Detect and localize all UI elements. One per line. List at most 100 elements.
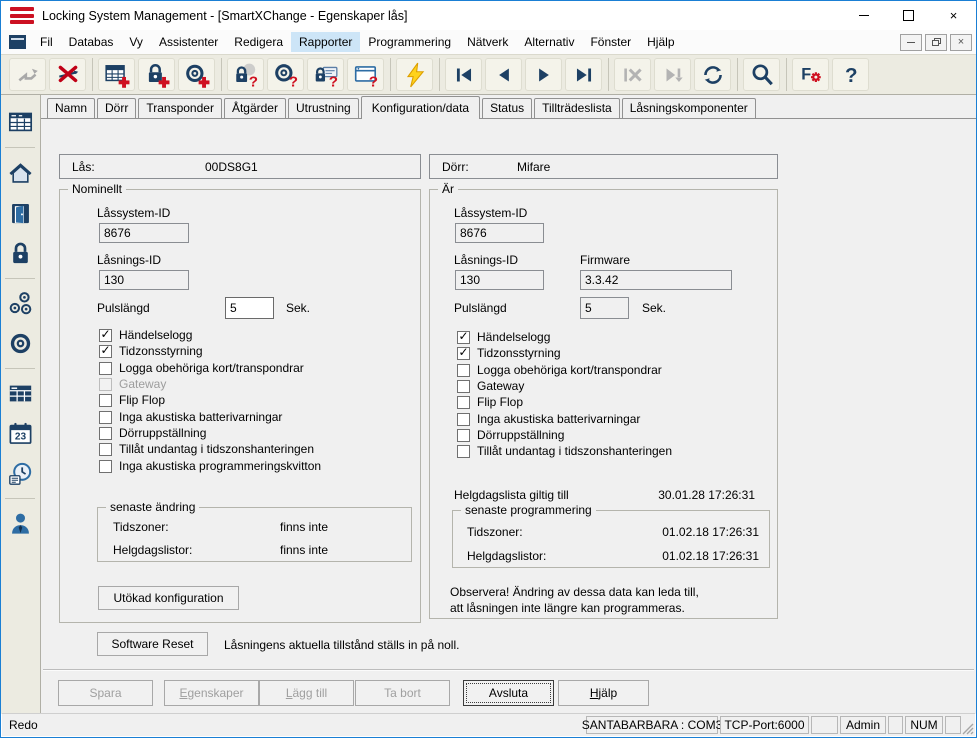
menu-vy[interactable]: Vy (121, 32, 151, 52)
tab-atgarder[interactable]: Åtgärder (224, 98, 286, 118)
search-button[interactable] (743, 58, 780, 91)
tab-transponder[interactable]: Transponder (138, 98, 222, 118)
exit-button[interactable]: Avsluta (463, 680, 554, 706)
new-transponder-button[interactable] (178, 58, 215, 91)
read-lock-card-button[interactable]: ? (307, 58, 344, 91)
tab-dorr[interactable]: Dörr (97, 98, 136, 118)
sidebar-transponder-button[interactable] (3, 325, 38, 362)
menu-hjalp[interactable]: Hjälp (639, 32, 682, 52)
menu-databas[interactable]: Databas (61, 32, 122, 52)
tab-utrustning[interactable]: Utrustning (288, 98, 359, 118)
lock-id-field[interactable]: 130 (99, 270, 189, 290)
checkbox-dorruppstallning[interactable]: Dörruppställning (457, 428, 564, 442)
checkbox-logga-obehoriga[interactable]: Logga obehöriga kort/transpondrar (457, 363, 662, 377)
checkbox-box[interactable] (99, 443, 112, 456)
menu-assistenter[interactable]: Assistenter (151, 32, 226, 52)
first-record-button[interactable] (445, 58, 482, 91)
checkbox-box[interactable] (99, 394, 112, 407)
tab-tilltradeslista[interactable]: Tillträdeslista (534, 98, 620, 118)
read-lock-button[interactable]: ? (227, 58, 264, 91)
close-button[interactable]: × (931, 1, 976, 30)
sidebar-locking-plan-button[interactable] (3, 104, 38, 141)
disconnect-button[interactable] (49, 58, 86, 91)
resize-grip[interactable] (960, 721, 974, 735)
menu-programmering[interactable]: Programmering (360, 32, 459, 52)
checkbox-tillat-undantag[interactable]: Tillåt undantag i tidszonshanteringen (99, 442, 314, 456)
firmware-field[interactable]: 3.3.42 (580, 270, 732, 290)
refresh-button[interactable] (694, 58, 731, 91)
read-network-button[interactable]: ? (347, 58, 384, 91)
lock-id-field[interactable]: 130 (455, 270, 544, 290)
checkbox-flip-flop[interactable]: Flip Flop (99, 393, 165, 407)
checkbox-handelselogg[interactable]: ✓Händelselogg (99, 328, 192, 342)
menu-rapporter[interactable]: Rapporter (291, 32, 360, 52)
tab-lasningskomponenter[interactable]: Låsningskomponenter (622, 98, 756, 118)
tab-namn[interactable]: Namn (47, 98, 95, 118)
checkbox-box[interactable] (457, 396, 470, 409)
checkbox-box[interactable] (99, 411, 112, 424)
checkbox-inga-batterivarningar[interactable]: Inga akustiska batterivarningar (457, 412, 640, 426)
checkbox-inga-batterivarningar[interactable]: Inga akustiska batterivarningar (99, 410, 282, 424)
help-button[interactable]: ? (832, 58, 869, 91)
program-button[interactable] (396, 58, 433, 91)
pulse-length-field[interactable]: 5 (580, 297, 629, 319)
checkbox-box[interactable] (99, 362, 112, 375)
sidebar-lock-button[interactable] (3, 235, 38, 272)
checkbox-box[interactable] (457, 380, 470, 393)
checkbox-box[interactable] (99, 460, 112, 473)
menu-natverk[interactable]: Nätverk (459, 32, 516, 52)
checkbox-box[interactable]: ✓ (99, 345, 112, 358)
checkbox-tillat-undantag[interactable]: Tillåt undantag i tidszonshanteringen (457, 444, 672, 458)
checkbox-tidzonsstyrning[interactable]: ✓Tidzonsstyrning (99, 344, 203, 358)
last-record-button[interactable] (565, 58, 602, 91)
lock-system-id-field[interactable]: 8676 (99, 223, 189, 243)
checkbox-box[interactable] (457, 364, 470, 377)
read-transponder-button[interactable]: ? (267, 58, 304, 91)
sidebar-calendar-button[interactable]: 23 (3, 415, 38, 452)
mdi-close-button[interactable]: × (950, 34, 972, 51)
checkbox-box[interactable]: ✓ (457, 331, 470, 344)
next-record-button[interactable] (525, 58, 562, 91)
checkbox-tidzonsstyrning[interactable]: ✓Tidzonsstyrning (457, 346, 561, 360)
new-locking-plan-button[interactable] (98, 58, 135, 91)
checkbox-box[interactable] (457, 413, 470, 426)
sidebar-transponder-group-button[interactable] (3, 285, 38, 322)
minimize-button[interactable] (841, 1, 886, 30)
checkbox-box[interactable]: ✓ (457, 347, 470, 360)
mdi-document-icon[interactable] (9, 35, 26, 49)
new-lock-button[interactable] (138, 58, 175, 91)
menu-fonster[interactable]: Fönster (582, 32, 639, 52)
tab-status[interactable]: Status (482, 98, 532, 118)
lock-system-id-field[interactable]: 8676 (455, 223, 544, 243)
checkbox-box[interactable] (457, 445, 470, 458)
extended-configuration-button[interactable]: Utökad konfiguration (98, 586, 239, 610)
checkbox-dorruppstallning[interactable]: Dörruppställning (99, 426, 206, 440)
checkbox-logga-obehoriga[interactable]: Logga obehöriga kort/transpondrar (99, 361, 304, 375)
menu-redigera[interactable]: Redigera (226, 32, 291, 52)
software-reset-button[interactable]: Software Reset (97, 632, 208, 656)
sidebar-user-button[interactable] (3, 505, 38, 542)
tab-konfiguration-data[interactable]: Konfiguration/data (361, 96, 480, 119)
checkbox-inga-programmeringskvitton[interactable]: Inga akustiska programmeringskvitton (99, 459, 321, 473)
checkbox-box[interactable]: ✓ (99, 329, 112, 342)
checkbox-box[interactable] (457, 429, 470, 442)
checkbox-flip-flop[interactable]: Flip Flop (457, 395, 523, 409)
checkbox-box[interactable] (99, 427, 112, 440)
help-footer-button[interactable]: Hjälp (558, 680, 649, 706)
checkbox-handelselogg[interactable]: ✓Händelselogg (457, 330, 550, 344)
maximize-button[interactable] (886, 1, 931, 30)
filter-settings-button[interactable]: F (792, 58, 829, 91)
checkbox-gateway[interactable]: Gateway (457, 379, 524, 393)
sidebar-matrix-button[interactable] (3, 375, 38, 412)
menu-alternativ[interactable]: Alternativ (516, 32, 582, 52)
firmware-label: Firmware (580, 253, 630, 267)
previous-record-button[interactable] (485, 58, 522, 91)
mdi-minimize-button[interactable] (900, 34, 922, 51)
sidebar-building-button[interactable] (3, 155, 38, 192)
pulse-length-field[interactable]: 5 (225, 297, 274, 319)
menu-fil[interactable]: Fil (32, 32, 61, 52)
mdi-restore-button[interactable] (925, 34, 947, 51)
sidebar-timezone-clock-button[interactable] (3, 455, 38, 492)
sidebar-door-button[interactable] (3, 195, 38, 232)
tab-strip: Namn Dörr Transponder Åtgärder Utrustnin… (41, 95, 976, 119)
